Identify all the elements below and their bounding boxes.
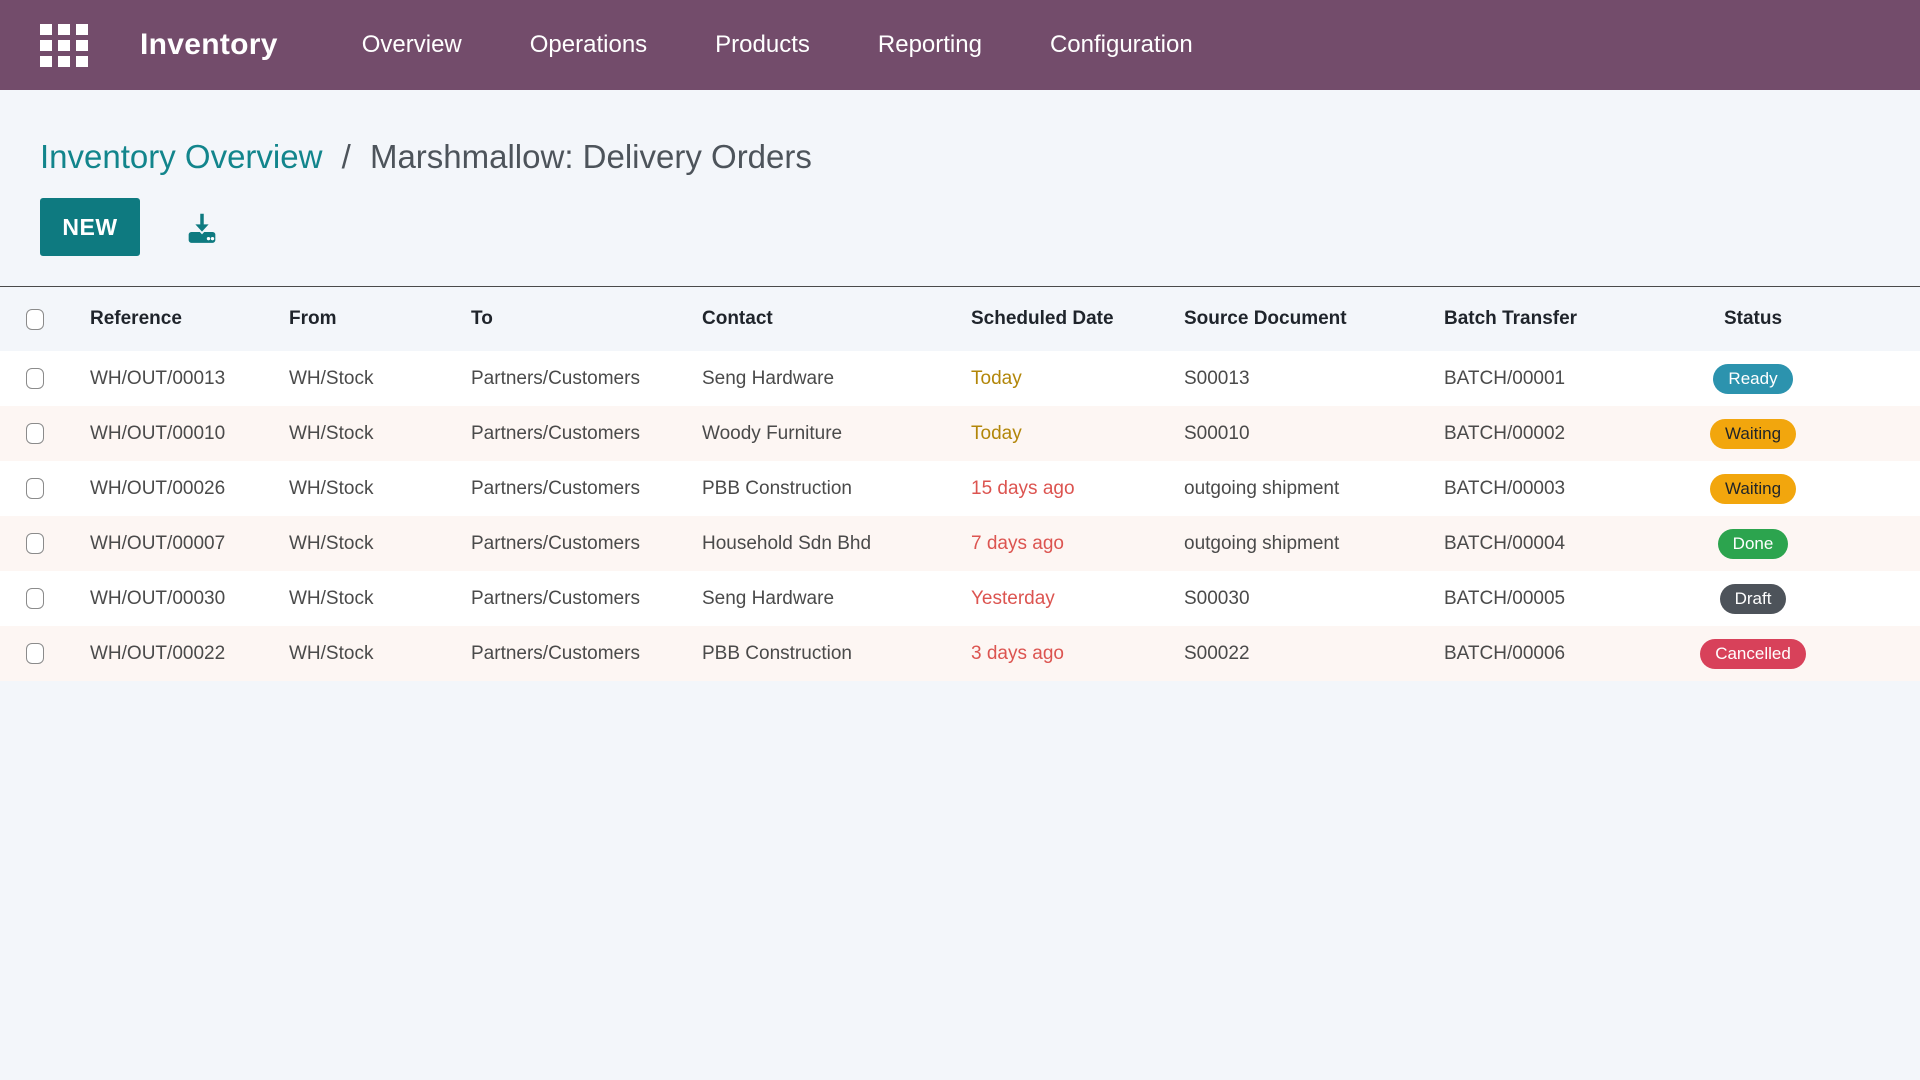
menu-item-reporting[interactable]: Reporting bbox=[844, 0, 1016, 90]
cell-source-document: outgoing shipment bbox=[1158, 533, 1418, 555]
row-checkbox[interactable] bbox=[26, 368, 44, 389]
cell-from: WH/Stock bbox=[263, 423, 445, 445]
cell-batch-transfer: BATCH/00001 bbox=[1418, 368, 1678, 390]
table-row[interactable]: WH/OUT/00030 WH/Stock Partners/Customers… bbox=[0, 571, 1920, 626]
row-checkbox[interactable] bbox=[26, 478, 44, 499]
cell-to: Partners/Customers bbox=[445, 368, 676, 390]
cell-contact: Seng Hardware bbox=[676, 588, 945, 610]
row-checkbox[interactable] bbox=[26, 533, 44, 554]
menu-item-configuration[interactable]: Configuration bbox=[1016, 0, 1227, 90]
cell-from: WH/Stock bbox=[263, 533, 445, 555]
status-badge: Done bbox=[1718, 529, 1789, 559]
select-all-checkbox[interactable] bbox=[26, 309, 44, 330]
cell-source-document: S00013 bbox=[1158, 368, 1418, 390]
cell-source-document: S00030 bbox=[1158, 588, 1418, 610]
cell-to: Partners/Customers bbox=[445, 643, 676, 665]
column-header-reference[interactable]: Reference bbox=[64, 308, 263, 330]
cell-scheduled-date: Yesterday bbox=[945, 588, 1158, 610]
menu-item-products[interactable]: Products bbox=[681, 0, 844, 90]
cell-batch-transfer: BATCH/00006 bbox=[1418, 643, 1678, 665]
breadcrumb-parent-link[interactable]: Inventory Overview bbox=[40, 138, 322, 175]
cell-source-document: S00010 bbox=[1158, 423, 1418, 445]
cell-batch-transfer: BATCH/00004 bbox=[1418, 533, 1678, 555]
breadcrumb-separator: / bbox=[342, 138, 351, 175]
column-header-batch-transfer[interactable]: Batch Transfer bbox=[1418, 308, 1678, 330]
cell-scheduled-date: Today bbox=[945, 368, 1158, 390]
cell-from: WH/Stock bbox=[263, 368, 445, 390]
cell-contact: Household Sdn Bhd bbox=[676, 533, 945, 555]
breadcrumb: Inventory Overview / Marshmallow: Delive… bbox=[40, 138, 1920, 176]
status-badge: Draft bbox=[1720, 584, 1787, 614]
menu-item-overview[interactable]: Overview bbox=[328, 0, 496, 90]
breadcrumb-current: Marshmallow: Delivery Orders bbox=[370, 138, 812, 175]
column-header-scheduled-date[interactable]: Scheduled Date bbox=[945, 308, 1158, 330]
cell-to: Partners/Customers bbox=[445, 423, 676, 445]
cell-scheduled-date: 7 days ago bbox=[945, 533, 1158, 555]
cell-scheduled-date: 3 days ago bbox=[945, 643, 1158, 665]
table-row[interactable]: WH/OUT/00026 WH/Stock Partners/Customers… bbox=[0, 461, 1920, 516]
cell-reference: WH/OUT/00013 bbox=[64, 368, 263, 390]
cell-batch-transfer: BATCH/00002 bbox=[1418, 423, 1678, 445]
cell-reference: WH/OUT/00026 bbox=[64, 478, 263, 500]
table-row[interactable]: WH/OUT/00013 WH/Stock Partners/Customers… bbox=[0, 351, 1920, 406]
column-header-status[interactable]: Status bbox=[1678, 308, 1828, 330]
cell-from: WH/Stock bbox=[263, 478, 445, 500]
status-badge: Ready bbox=[1713, 364, 1792, 394]
top-navbar: Inventory Overview Operations Products R… bbox=[0, 0, 1920, 90]
cell-scheduled-date: 15 days ago bbox=[945, 478, 1158, 500]
table-body: WH/OUT/00013 WH/Stock Partners/Customers… bbox=[0, 351, 1920, 681]
column-header-to[interactable]: To bbox=[445, 308, 676, 330]
column-header-source-document[interactable]: Source Document bbox=[1158, 308, 1418, 330]
cell-batch-transfer: BATCH/00003 bbox=[1418, 478, 1678, 500]
cell-source-document: outgoing shipment bbox=[1158, 478, 1418, 500]
export-button[interactable] bbox=[182, 207, 222, 247]
cell-contact: Seng Hardware bbox=[676, 368, 945, 390]
cell-contact: PBB Construction bbox=[676, 478, 945, 500]
table-row[interactable]: WH/OUT/00010 WH/Stock Partners/Customers… bbox=[0, 406, 1920, 461]
menu-item-operations[interactable]: Operations bbox=[496, 0, 681, 90]
cell-contact: Woody Furniture bbox=[676, 423, 945, 445]
cell-to: Partners/Customers bbox=[445, 478, 676, 500]
cell-from: WH/Stock bbox=[263, 588, 445, 610]
cell-scheduled-date: Today bbox=[945, 423, 1158, 445]
table-header-row: Reference From To Contact Scheduled Date… bbox=[0, 287, 1920, 351]
column-header-contact[interactable]: Contact bbox=[676, 308, 945, 330]
new-button[interactable]: NEW bbox=[40, 198, 140, 256]
cell-source-document: S00022 bbox=[1158, 643, 1418, 665]
cell-to: Partners/Customers bbox=[445, 588, 676, 610]
cell-reference: WH/OUT/00030 bbox=[64, 588, 263, 610]
main-menu: Overview Operations Products Reporting C… bbox=[328, 0, 1227, 90]
cell-to: Partners/Customers bbox=[445, 533, 676, 555]
status-badge: Waiting bbox=[1710, 474, 1796, 504]
row-checkbox[interactable] bbox=[26, 423, 44, 444]
column-header-from[interactable]: From bbox=[263, 308, 445, 330]
download-icon bbox=[182, 207, 222, 247]
cell-reference: WH/OUT/00022 bbox=[64, 643, 263, 665]
cell-reference: WH/OUT/00010 bbox=[64, 423, 263, 445]
cell-reference: WH/OUT/00007 bbox=[64, 533, 263, 555]
table-row[interactable]: WH/OUT/00022 WH/Stock Partners/Customers… bbox=[0, 626, 1920, 681]
status-badge: Waiting bbox=[1710, 419, 1796, 449]
app-title[interactable]: Inventory bbox=[140, 28, 278, 62]
toolbar: NEW bbox=[40, 198, 1920, 256]
table-row[interactable]: WH/OUT/00007 WH/Stock Partners/Customers… bbox=[0, 516, 1920, 571]
status-badge: Cancelled bbox=[1700, 639, 1806, 669]
row-checkbox[interactable] bbox=[26, 643, 44, 664]
row-checkbox[interactable] bbox=[26, 588, 44, 609]
delivery-orders-table: Reference From To Contact Scheduled Date… bbox=[0, 286, 1920, 681]
cell-from: WH/Stock bbox=[263, 643, 445, 665]
page-content: Inventory Overview / Marshmallow: Delive… bbox=[0, 90, 1920, 256]
apps-grid-icon[interactable] bbox=[40, 24, 88, 67]
cell-batch-transfer: BATCH/00005 bbox=[1418, 588, 1678, 610]
cell-contact: PBB Construction bbox=[676, 643, 945, 665]
